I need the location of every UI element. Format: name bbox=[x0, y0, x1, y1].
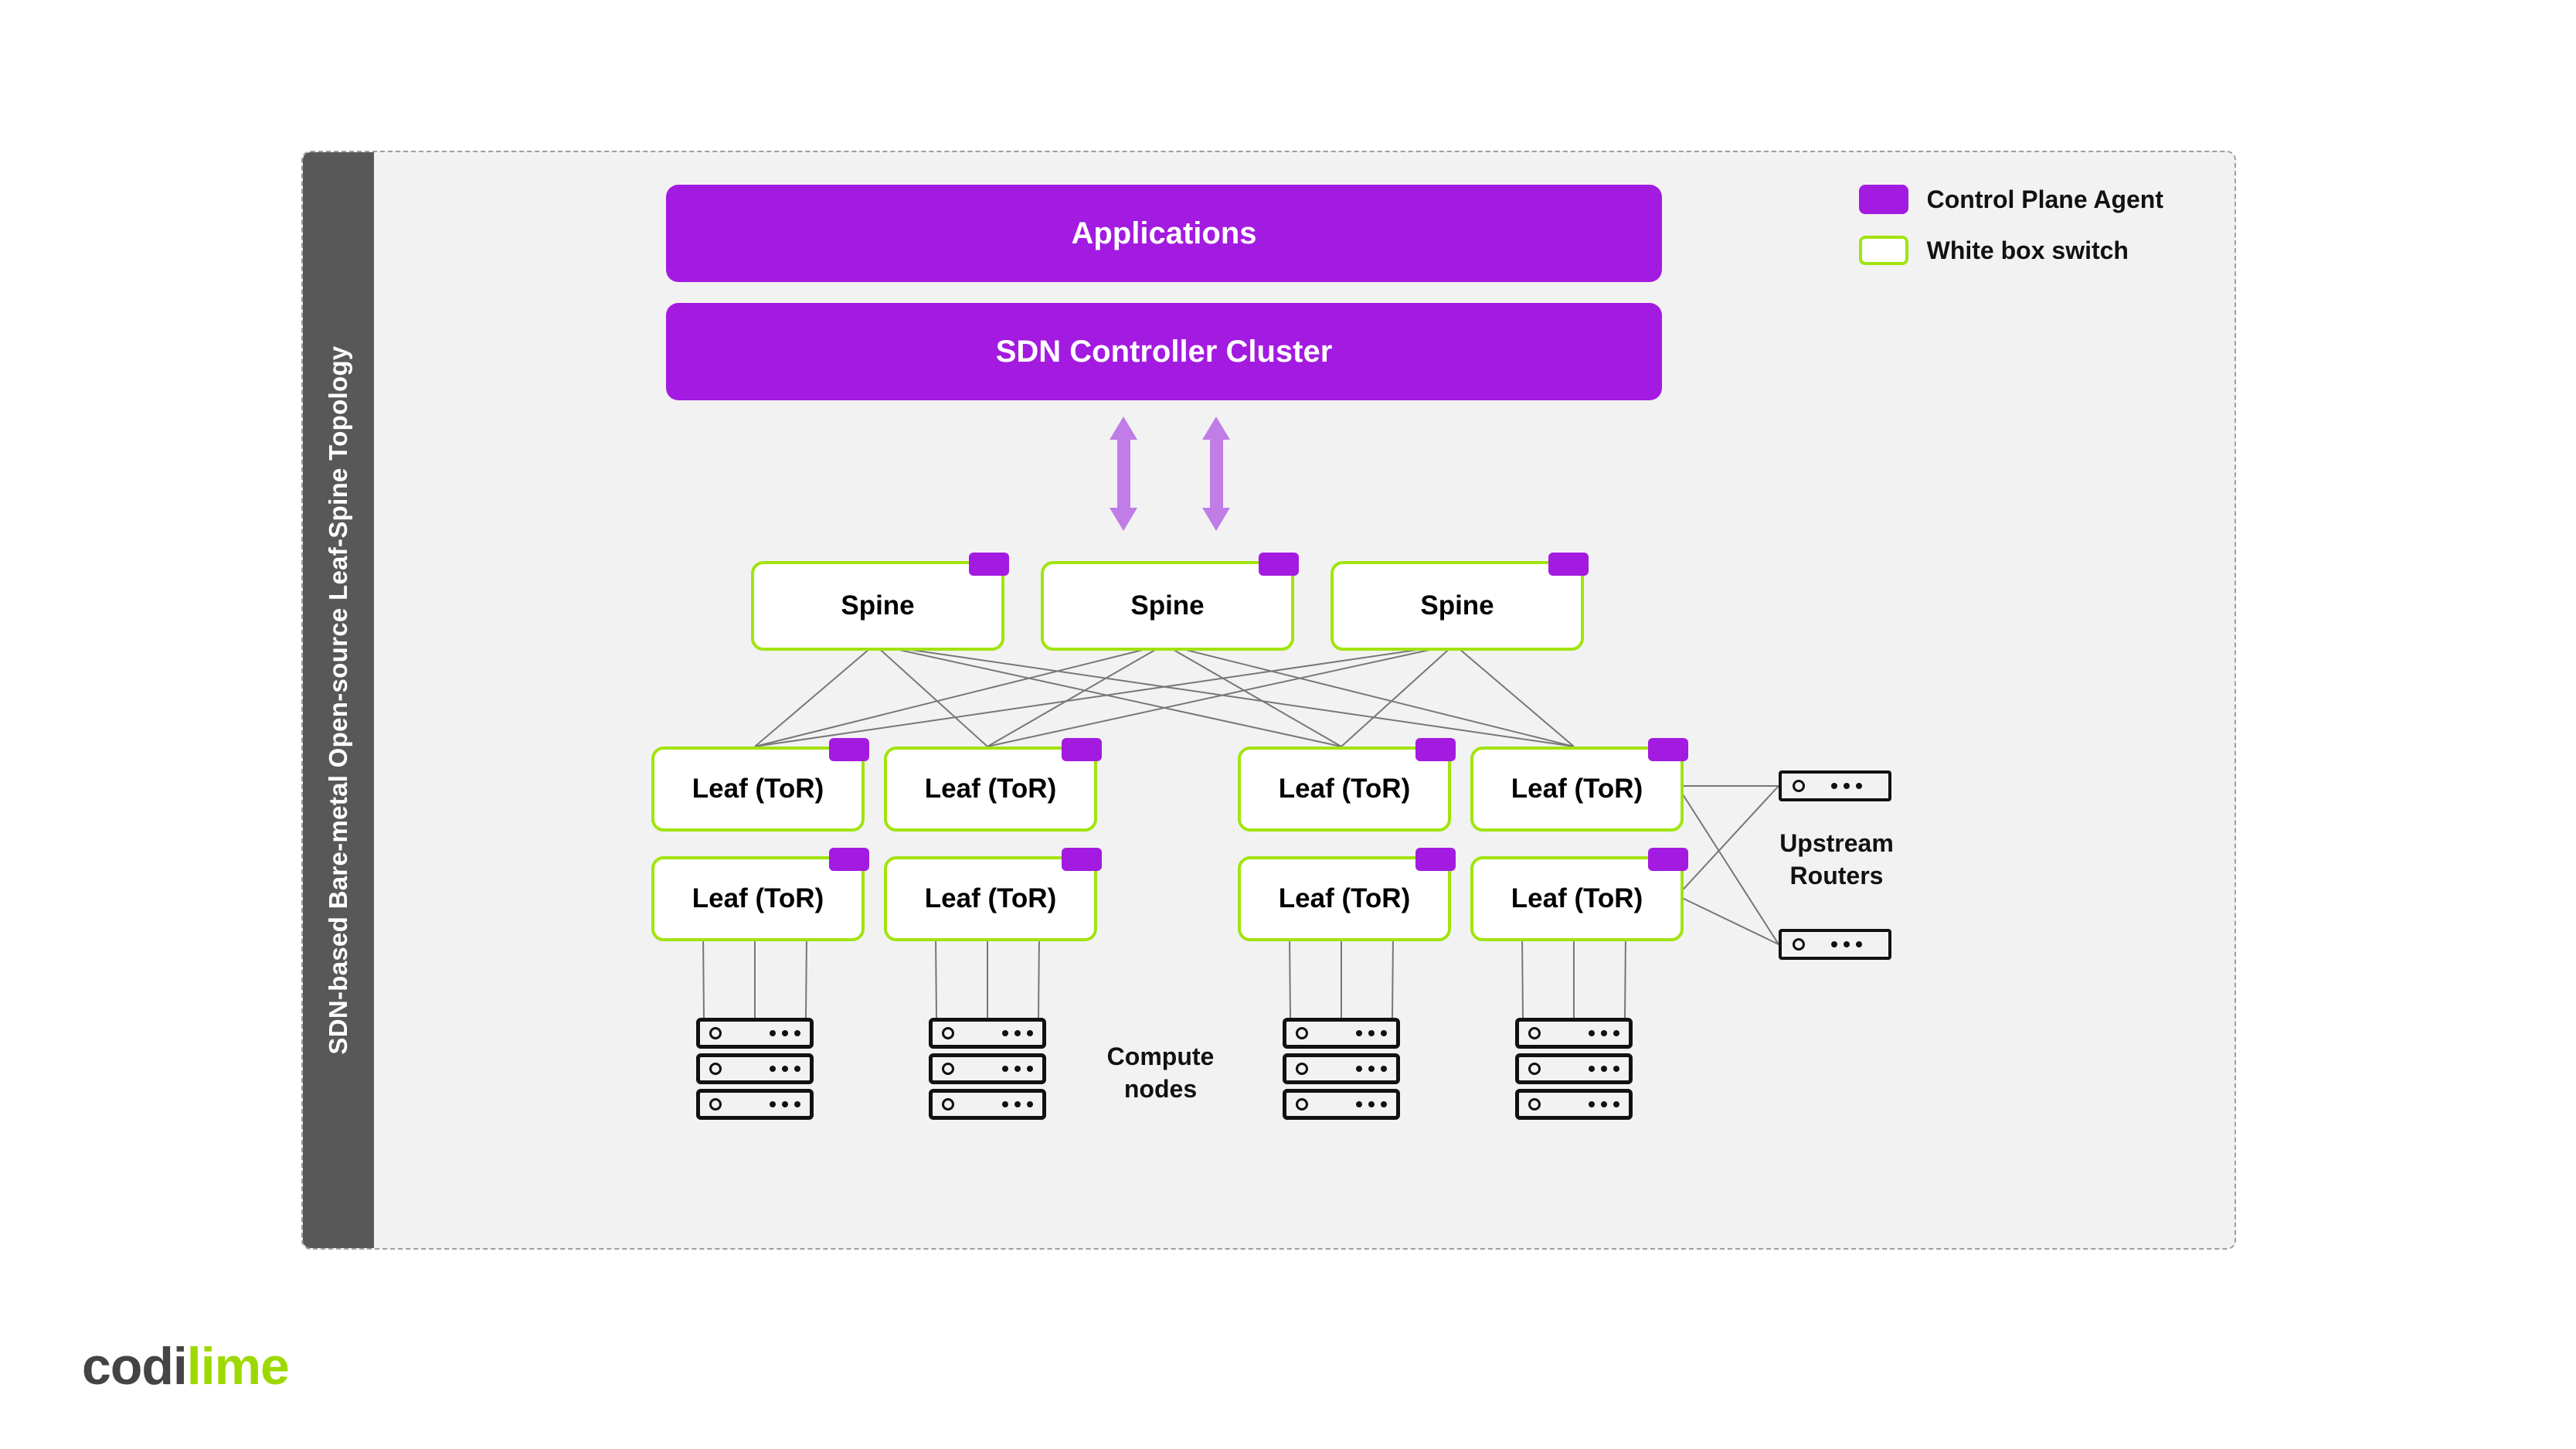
control-plane-agent-badge bbox=[969, 553, 1009, 576]
control-plane-agent-badge bbox=[1259, 553, 1299, 576]
sdn-controller-label: SDN Controller Cluster bbox=[996, 335, 1333, 369]
arrow-down-up-2 bbox=[1199, 417, 1221, 531]
leaf-box-r0-0: Leaf (ToR) bbox=[651, 747, 865, 832]
control-plane-agent-badge bbox=[1415, 738, 1456, 761]
leaf-label-r0-3: Leaf (ToR) bbox=[1511, 774, 1643, 804]
legend-swatch-switch bbox=[1859, 236, 1908, 265]
control-plane-agent-badge bbox=[1062, 848, 1102, 871]
spine-label-2: Spine bbox=[1420, 590, 1494, 621]
legend-row-switch: White box switch bbox=[1859, 236, 2163, 265]
spine-label-0: Spine bbox=[841, 590, 914, 621]
spine-box-0: Spine bbox=[751, 561, 1004, 651]
leaf-box-r0-2: Leaf (ToR) bbox=[1238, 747, 1451, 832]
legend: Control Plane Agent White box switch bbox=[1859, 185, 2163, 287]
leaf-label-r0-1: Leaf (ToR) bbox=[925, 774, 1056, 804]
control-plane-agent-badge bbox=[1548, 553, 1589, 576]
logo-lime: lime bbox=[187, 1337, 289, 1396]
legend-row-agent: Control Plane Agent bbox=[1859, 185, 2163, 214]
upstream-router-icon-1 bbox=[1779, 929, 1891, 960]
control-plane-agent-badge bbox=[1648, 848, 1688, 871]
legend-swatch-agent bbox=[1859, 185, 1908, 214]
spine-box-2: Spine bbox=[1330, 561, 1584, 651]
applications-box: Applications bbox=[666, 185, 1662, 282]
sidebar-title-bar: SDN-based Bare-metal Open-source Leaf-Sp… bbox=[303, 152, 374, 1248]
sidebar-title: SDN-based Bare-metal Open-source Leaf-Sp… bbox=[324, 345, 353, 1054]
compute-node-icon-3 bbox=[1515, 1018, 1633, 1120]
leaf-label-r1-3: Leaf (ToR) bbox=[1511, 883, 1643, 914]
leaf-label-r0-2: Leaf (ToR) bbox=[1279, 774, 1410, 804]
control-plane-agent-badge bbox=[829, 848, 869, 871]
leaf-box-r1-2: Leaf (ToR) bbox=[1238, 856, 1451, 941]
spine-label-1: Spine bbox=[1130, 590, 1204, 621]
leaf-box-r1-3: Leaf (ToR) bbox=[1470, 856, 1684, 941]
legend-label-switch: White box switch bbox=[1927, 236, 2129, 265]
compute-node-icon-0 bbox=[696, 1018, 814, 1120]
sdn-controller-box: SDN Controller Cluster bbox=[666, 303, 1662, 400]
control-plane-agent-badge bbox=[1062, 738, 1102, 761]
upstream-routers-label: Upstream Routers bbox=[1775, 828, 1898, 892]
control-plane-agent-badge bbox=[829, 738, 869, 761]
arrow-down-up-1 bbox=[1106, 417, 1128, 531]
upstream-router-icon-0 bbox=[1779, 770, 1891, 801]
leaf-box-r0-3: Leaf (ToR) bbox=[1470, 747, 1684, 832]
leaf-label-r1-0: Leaf (ToR) bbox=[692, 883, 824, 914]
leaf-label-r1-2: Leaf (ToR) bbox=[1279, 883, 1410, 914]
leaf-label-r1-1: Leaf (ToR) bbox=[925, 883, 1056, 914]
control-plane-agent-badge bbox=[1415, 848, 1456, 871]
diagram-frame: SDN-based Bare-metal Open-source Leaf-Sp… bbox=[301, 151, 2236, 1250]
codilime-logo: codilime bbox=[82, 1336, 289, 1396]
legend-label-agent: Control Plane Agent bbox=[1927, 185, 2163, 214]
logo-codi: codi bbox=[82, 1337, 187, 1396]
control-plane-agent-badge bbox=[1648, 738, 1688, 761]
leaf-box-r0-1: Leaf (ToR) bbox=[884, 747, 1097, 832]
applications-label: Applications bbox=[1071, 216, 1256, 251]
compute-node-icon-2 bbox=[1283, 1018, 1400, 1120]
compute-node-icon-1 bbox=[929, 1018, 1046, 1120]
leaf-label-r0-0: Leaf (ToR) bbox=[692, 774, 824, 804]
spine-box-1: Spine bbox=[1041, 561, 1294, 651]
compute-nodes-label: Compute nodes bbox=[1091, 1041, 1230, 1105]
leaf-box-r1-1: Leaf (ToR) bbox=[884, 856, 1097, 941]
leaf-box-r1-0: Leaf (ToR) bbox=[651, 856, 865, 941]
